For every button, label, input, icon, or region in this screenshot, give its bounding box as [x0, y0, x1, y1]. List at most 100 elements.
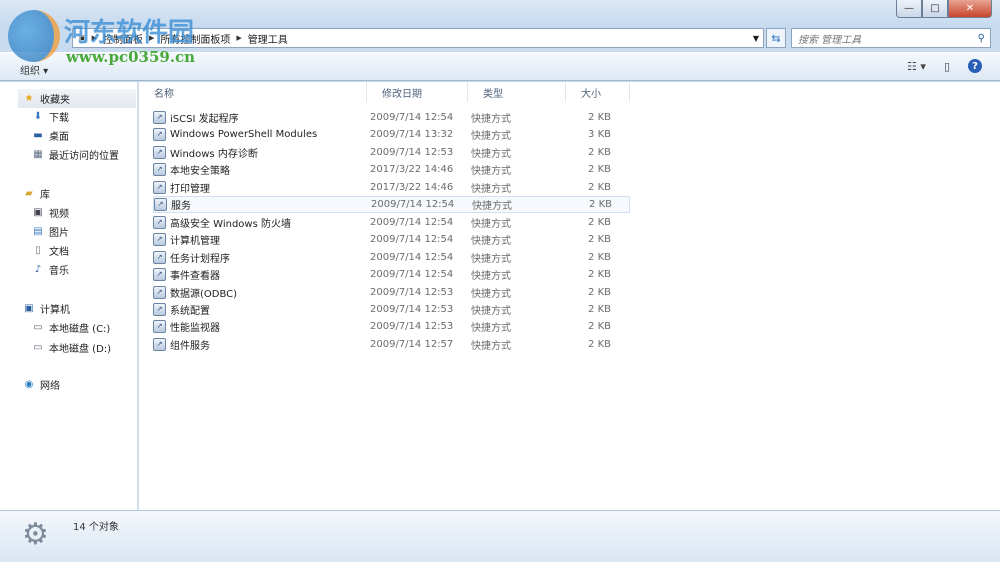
picture-icon: ▤ — [33, 226, 43, 237]
file-size: 2 KB — [588, 286, 611, 298]
file-row[interactable]: ↗ 任务计划程序 2009/7/14 12:54 快捷方式 2 KB — [153, 249, 630, 266]
column-header-date[interactable]: 修改日期 — [367, 82, 468, 102]
chevron-right-icon[interactable]: ▶ — [149, 34, 154, 42]
view-options-button[interactable]: ☷ ▾ — [907, 60, 926, 73]
chevron-right-icon: ▶ — [91, 34, 98, 42]
desktop-icon: ▬ — [33, 130, 43, 141]
shortcut-icon: ↗ — [153, 250, 166, 264]
file-row[interactable]: ↗ 本地安全策略 2017/3/22 14:46 快捷方式 2 KB — [153, 161, 630, 178]
file-list: 名称 修改日期 类型 大小 ↗ iSCSI 发起程序 2009/7/14 12:5… — [139, 82, 1000, 510]
file-date: 2009/7/14 12:54 — [370, 251, 454, 263]
file-name: 性能监视器 — [170, 323, 220, 335]
file-size: 2 KB — [588, 181, 611, 193]
file-row[interactable]: ↗ Windows PowerShell Modules 2009/7/14 13… — [153, 126, 630, 143]
search-input[interactable]: 搜索 管理工具 ⚲ — [791, 28, 991, 48]
sidebar-favorites[interactable]: ★ 收藏夹 — [18, 89, 136, 108]
file-size: 2 KB — [588, 269, 611, 281]
file-type: 快捷方式 — [471, 148, 511, 160]
file-date: 2017/3/22 14:46 — [370, 181, 454, 193]
help-button[interactable]: ? — [968, 59, 982, 73]
file-type: 快捷方式 — [471, 218, 511, 230]
file-row[interactable]: ↗ 计算机管理 2009/7/14 12:54 快捷方式 2 KB — [153, 231, 630, 248]
sidebar-item-recent[interactable]: ▦ 最近访问的位置 — [0, 145, 138, 164]
shortcut-icon: ↗ — [153, 285, 166, 299]
shortcut-icon: ↗ — [154, 198, 167, 212]
maximize-button[interactable]: □ — [922, 0, 948, 18]
sidebar-item-pictures[interactable]: ▤ 图片 — [0, 222, 138, 241]
file-size: 3 KB — [588, 129, 611, 141]
sidebar-item-music[interactable]: ♪ 音乐 — [0, 260, 138, 279]
file-name: 本地安全策略 — [170, 166, 230, 178]
file-row[interactable]: ↗ 打印管理 2017/3/22 14:46 快捷方式 2 KB — [153, 179, 630, 196]
file-name: 系统配置 — [170, 305, 210, 317]
search-icon[interactable]: ⚲ — [978, 33, 985, 44]
file-row[interactable]: ↗ Windows 内存诊断 2009/7/14 12:53 快捷方式 2 KB — [153, 144, 630, 161]
title-bar: — □ ✕ — [0, 0, 1000, 28]
shortcut-icon: ↗ — [153, 215, 166, 229]
breadcrumb-item[interactable]: 管理工具 — [248, 31, 288, 46]
item-count: 14 个对象 — [73, 522, 119, 533]
drive-icon: ▭ — [33, 342, 43, 353]
file-name: 打印管理 — [170, 183, 210, 195]
sidebar-item-drive-c[interactable]: ▭ 本地磁盘 (C:) — [0, 318, 138, 337]
sidebar-item-documents[interactable]: ▯ 文档 — [0, 241, 138, 260]
file-date: 2009/7/14 12:54 — [370, 112, 454, 123]
shortcut-icon: ↗ — [153, 145, 166, 159]
preview-pane-button[interactable]: ▯ — [944, 60, 950, 73]
download-icon: ⬇ — [33, 111, 43, 122]
sidebar-libraries[interactable]: ▰ 库 — [0, 184, 138, 203]
file-type: 快捷方式 — [471, 236, 511, 248]
library-icon: ▰ — [25, 188, 33, 199]
file-type: 快捷方式 — [471, 253, 511, 265]
file-date: 2009/7/14 12:53 — [370, 286, 454, 298]
shortcut-icon: ↗ — [153, 233, 166, 247]
file-type: 快捷方式 — [471, 305, 511, 317]
file-name: 组件服务 — [170, 340, 210, 352]
address-bar[interactable]: ▣ ▶ 控制面板 ▶ 所有控制面板项 ▶ 管理工具 ▼ — [72, 28, 764, 48]
file-date: 2009/7/14 12:54 — [370, 234, 454, 246]
close-button[interactable]: ✕ — [948, 0, 992, 18]
column-header-size[interactable]: 大小 — [566, 82, 630, 102]
video-icon: ▣ — [33, 207, 43, 218]
sidebar-item-downloads[interactable]: ⬇ 下载 — [0, 107, 138, 126]
file-row[interactable]: ↗ 数据源(ODBC) 2009/7/14 12:53 快捷方式 2 KB — [153, 284, 630, 301]
document-icon: ▯ — [35, 245, 41, 256]
file-row[interactable]: ↗ 性能监视器 2009/7/14 12:53 快捷方式 2 KB — [153, 318, 630, 335]
file-name: Windows PowerShell Modules — [170, 129, 318, 141]
file-type: 快捷方式 — [471, 323, 511, 335]
minimize-button[interactable]: — — [896, 0, 922, 18]
file-row[interactable]: ↗ 组件服务 2009/7/14 12:57 快捷方式 2 KB — [153, 336, 630, 353]
sidebar-item-drive-d[interactable]: ▭ 本地磁盘 (D:) — [0, 338, 138, 357]
shortcut-icon: ↗ — [153, 163, 166, 177]
file-date: 2009/7/14 12:53 — [370, 303, 454, 315]
file-size: 2 KB — [588, 234, 611, 246]
column-header-name[interactable]: 名称 — [139, 82, 367, 102]
organize-menu[interactable]: 组织 ▾ — [20, 62, 48, 77]
network-icon: ◉ — [24, 379, 34, 390]
file-size: 2 KB — [588, 251, 611, 263]
file-name: 事件查看器 — [170, 271, 220, 283]
file-date: 2009/7/14 12:54 — [370, 216, 454, 228]
file-row[interactable]: ↗ 高级安全 Windows 防火墙 2009/7/14 12:54 快捷方式 2… — [153, 214, 630, 231]
file-row[interactable]: ↗ 服务 2009/7/14 12:54 快捷方式 2 KB — [153, 196, 630, 214]
file-row[interactable]: ↗ 系统配置 2009/7/14 12:53 快捷方式 2 KB — [153, 301, 630, 318]
sidebar-network[interactable]: ◉ 网络 — [0, 375, 138, 394]
file-type: 快捷方式 — [471, 114, 511, 125]
toolbar: 组织 ▾ ☷ ▾ ▯ ? — [0, 52, 1000, 81]
navigation-pane: ★ 收藏夹 ⬇ 下载 ▬ 桌面 ▦ 最近访问的位置 ▰ 库 ▣ 视频 ▤ 图片 ▯ 文档 ♪ 音乐… — [0, 82, 138, 510]
refresh-button[interactable]: ⇆ — [766, 28, 786, 48]
breadcrumb-item[interactable]: 所有控制面板项 — [160, 31, 230, 46]
sidebar-item-desktop[interactable]: ▬ 桌面 — [0, 126, 138, 145]
file-row[interactable]: ↗ iSCSI 发起程序 2009/7/14 12:54 快捷方式 2 KB — [153, 109, 630, 126]
breadcrumb-item[interactable]: 控制面板 — [103, 31, 143, 46]
history-dropdown-icon[interactable]: ▼ — [753, 34, 759, 43]
sidebar-computer[interactable]: ▣ 计算机 — [0, 299, 138, 318]
column-header-type[interactable]: 类型 — [468, 82, 566, 102]
file-name: 任务计划程序 — [170, 253, 230, 265]
status-bar: ⚙ 14 个对象 — [0, 510, 1000, 562]
recent-places-icon: ▦ — [33, 149, 43, 160]
star-icon: ★ — [24, 93, 34, 104]
chevron-right-icon[interactable]: ▶ — [236, 34, 241, 42]
sidebar-item-videos[interactable]: ▣ 视频 — [0, 203, 138, 222]
file-row[interactable]: ↗ 事件查看器 2009/7/14 12:54 快捷方式 2 KB — [153, 266, 630, 283]
